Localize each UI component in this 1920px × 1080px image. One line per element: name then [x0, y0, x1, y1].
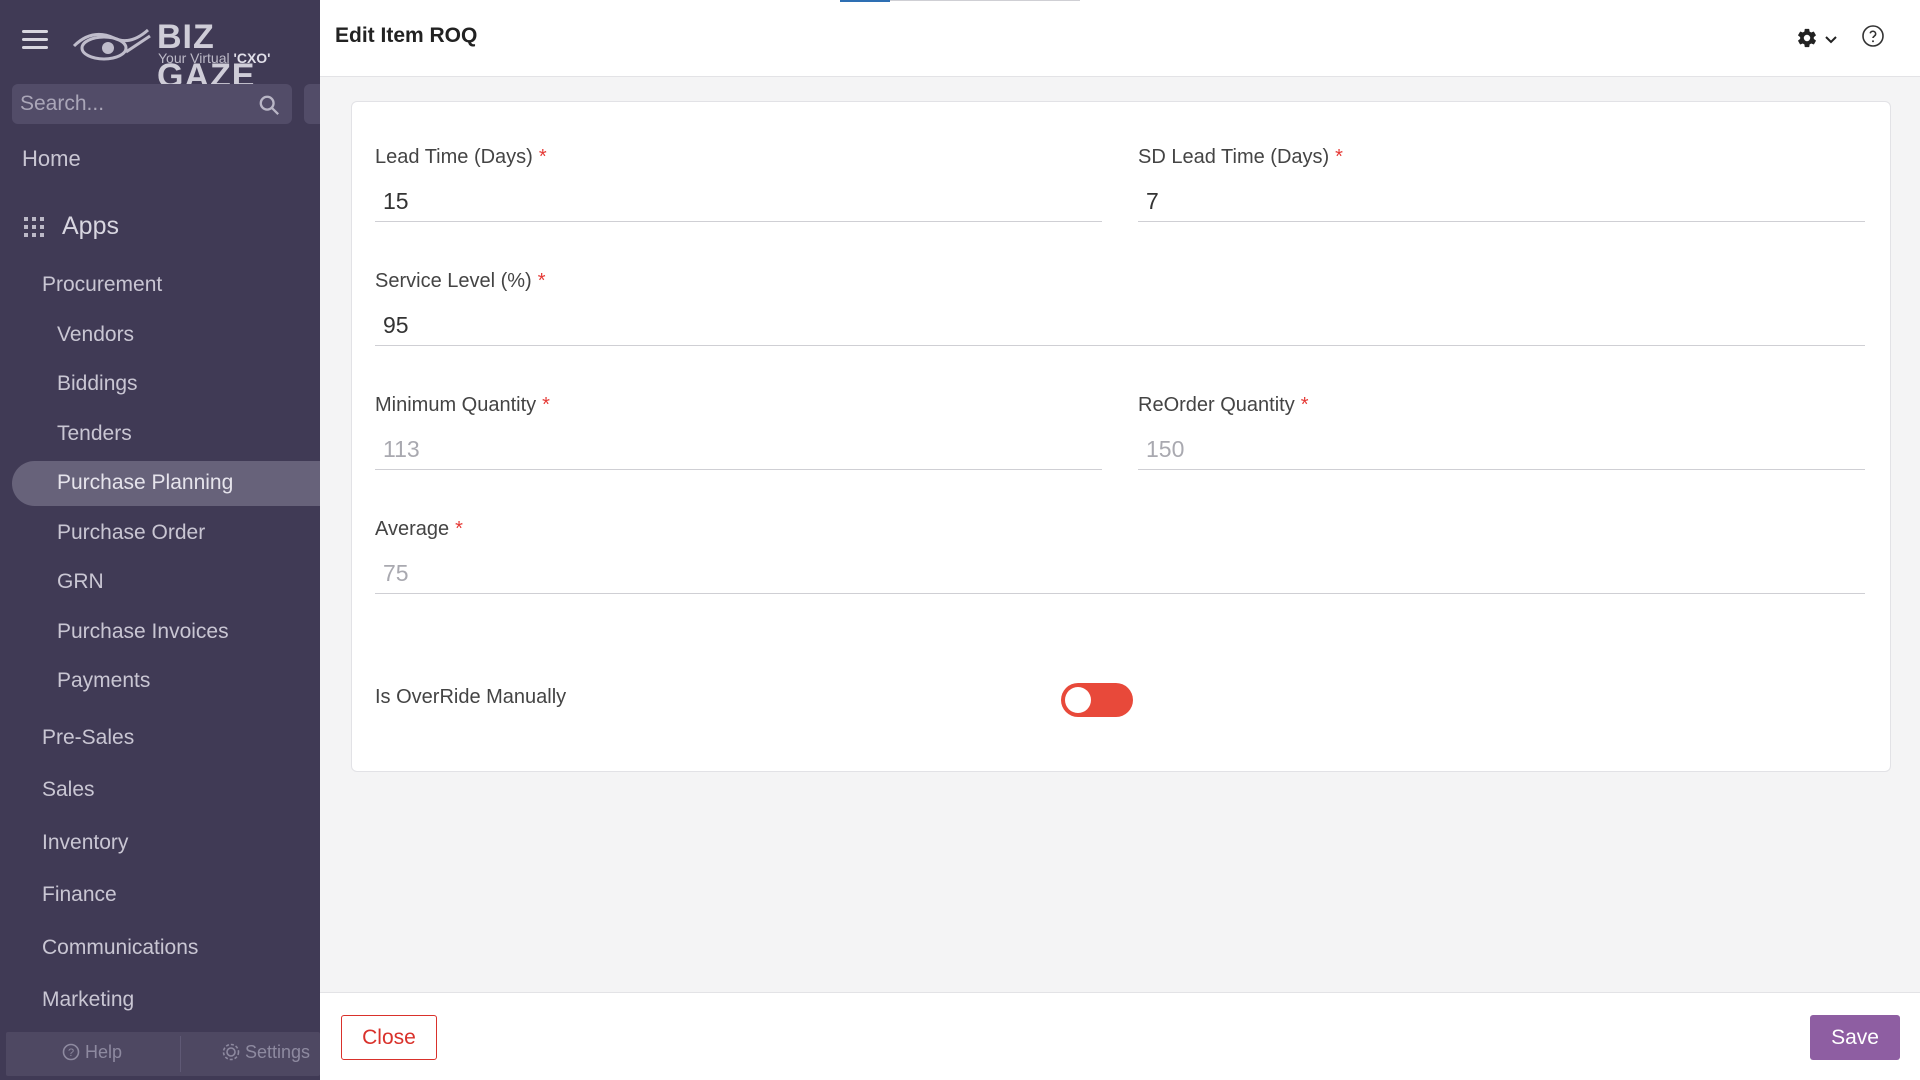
apps-grid-icon: [24, 217, 44, 237]
sidebar-item-purchase-order[interactable]: Purchase Order: [57, 521, 205, 545]
sidebar-item-home[interactable]: Home: [22, 146, 81, 172]
service-level-input[interactable]: [375, 306, 1865, 346]
gear-icon: [1798, 28, 1816, 48]
modal-title: Edit Item ROQ: [335, 24, 478, 47]
bizgaze-eye-icon: [72, 28, 151, 61]
sidebar: BIZ GAZE Your Virtual 'CXO' Home Apps Pr…: [0, 0, 332, 1080]
sidebar-item-purchase-planning[interactable]: Purchase Planning: [57, 471, 233, 495]
sidebar-search: [12, 84, 292, 124]
sidebar-item-payments[interactable]: Payments: [57, 669, 150, 693]
sd-lead-time-input[interactable]: [1138, 182, 1865, 222]
save-button[interactable]: Save: [1810, 1015, 1900, 1060]
brand-tagline: Your Virtual 'CXO': [158, 50, 271, 66]
service-level-label: Service Level (%) *: [375, 270, 546, 292]
help-label: Help: [85, 1042, 123, 1062]
sidebar-item-vendors[interactable]: Vendors: [57, 323, 134, 347]
lead-time-field: Lead Time (Days) *: [375, 146, 1102, 226]
override-manually-toggle[interactable]: [1061, 683, 1133, 717]
sidebar-settings-button[interactable]: Settings: [222, 1042, 310, 1063]
tab-underline: [890, 0, 1080, 1]
edit-item-roq-modal: Edit Item ROQ Lead Time (Days)* SD Lead …: [320, 0, 1920, 1080]
sidebar-item-pre-sales[interactable]: Pre-Sales: [42, 726, 134, 750]
apps-label: Apps: [62, 212, 119, 240]
svg-text:?: ?: [68, 1047, 74, 1059]
hamburger-menu-icon[interactable]: [22, 30, 48, 50]
question-circle-icon: [1862, 25, 1884, 47]
average-input: [375, 554, 1865, 594]
footer-divider: [180, 1036, 181, 1072]
sidebar-item-inventory[interactable]: Inventory: [42, 831, 128, 855]
sidebar-item-sales[interactable]: Sales: [42, 778, 95, 802]
sd-lead-time-label: SD Lead Time (Days) *: [1138, 146, 1343, 168]
sidebar-header: BIZ GAZE Your Virtual 'CXO': [0, 0, 320, 95]
reorder-quantity-label: ReOrder Quantity *: [1138, 394, 1309, 416]
minimum-quantity-label: Minimum Quantity *: [375, 394, 550, 416]
reorder-quantity-input: [1138, 430, 1865, 470]
average-field: Average *: [375, 518, 1865, 598]
average-label: Average *: [375, 518, 463, 540]
sidebar-item-tenders[interactable]: Tenders: [57, 422, 132, 446]
sidebar-item-purchase-invoices[interactable]: Purchase Invoices: [57, 620, 229, 644]
close-button[interactable]: Close: [341, 1015, 437, 1060]
sidebar-help-button[interactable]: ? Help: [62, 1042, 122, 1063]
override-manually-label: Is OverRide Manually: [375, 686, 567, 708]
sd-lead-time-field: SD Lead Time (Days) *: [1138, 146, 1865, 226]
minimum-quantity-field: Minimum Quantity *: [375, 394, 1102, 474]
toggle-knob: [1065, 687, 1091, 713]
settings-gear-icon: [222, 1043, 240, 1061]
minimum-quantity-input: [375, 430, 1102, 470]
search-icon[interactable]: [258, 94, 280, 116]
sidebar-item-procurement[interactable]: Procurement: [42, 273, 162, 297]
sidebar-item-communications[interactable]: Communications: [42, 936, 198, 960]
sidebar-item-grn[interactable]: GRN: [57, 570, 104, 594]
sidebar-item-marketing[interactable]: Marketing: [42, 988, 134, 1012]
brand-logo[interactable]: BIZ GAZE Your Virtual 'CXO': [70, 18, 290, 95]
modal-footer: Close Save: [320, 992, 1920, 1080]
search-input[interactable]: [20, 84, 250, 124]
settings-dropdown-button[interactable]: [1796, 26, 1842, 52]
help-button[interactable]: [1861, 24, 1887, 50]
service-level-field: Service Level (%) *: [375, 270, 1865, 350]
roq-form-card: Lead Time (Days)* SD Lead Time (Days)* S…: [351, 101, 1891, 772]
sidebar-item-biddings[interactable]: Biddings: [57, 372, 138, 396]
chevron-down-icon: [1825, 36, 1837, 44]
lead-time-label: Lead Time (Days) *: [375, 146, 547, 168]
tab-indicator: [840, 0, 890, 2]
modal-header: Edit Item ROQ: [320, 0, 1920, 77]
sidebar-footer: ? Help Settings: [6, 1032, 320, 1076]
sidebar-item-finance[interactable]: Finance: [42, 883, 117, 907]
search-side-tab: [304, 84, 320, 124]
reorder-quantity-field: ReOrder Quantity *: [1138, 394, 1865, 474]
settings-label: Settings: [245, 1042, 311, 1062]
help-circle-icon: ?: [62, 1043, 80, 1061]
lead-time-input[interactable]: [375, 182, 1102, 222]
